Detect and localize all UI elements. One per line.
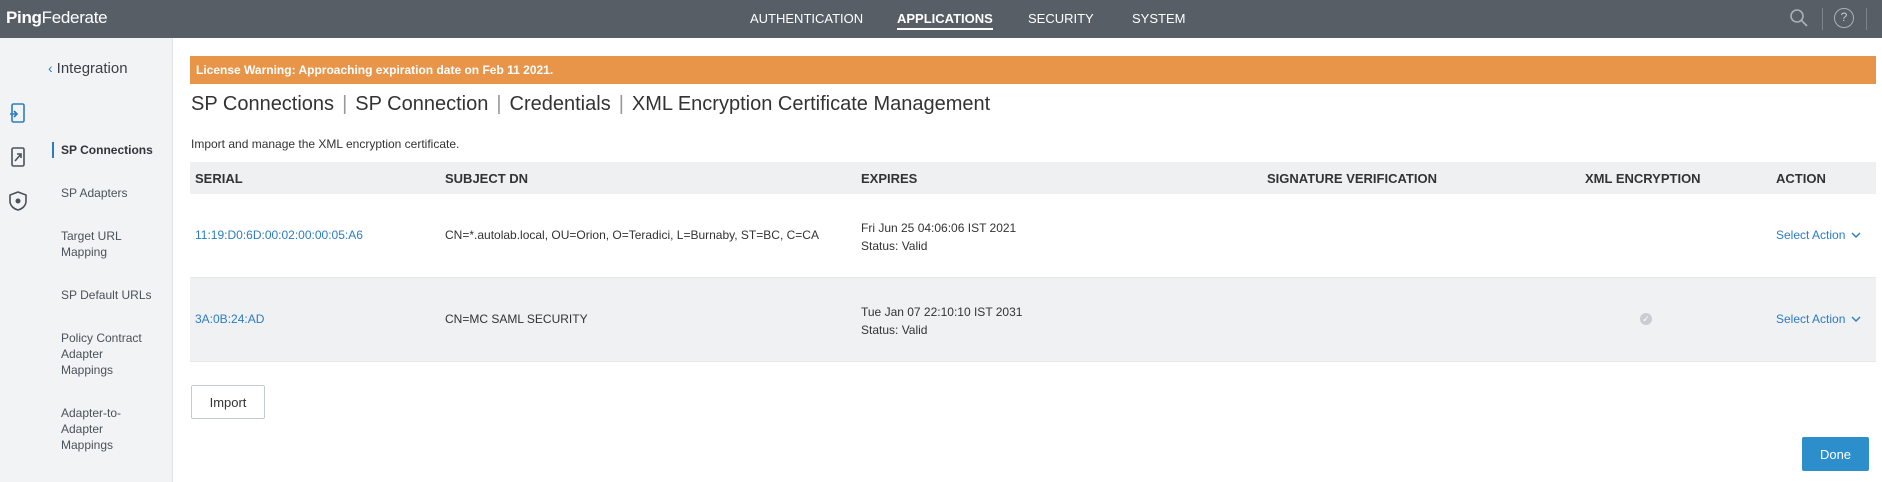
col-header-action: ACTION <box>1776 171 1826 186</box>
back-to-integration[interactable]: ‹ Integration <box>48 60 128 77</box>
select-action-label: Select Action <box>1776 228 1846 242</box>
page-description: Import and manage the XML encryption cer… <box>191 137 460 151</box>
main-nav: AUTHENTICATION APPLICATIONS SECURITY SYS… <box>0 0 1882 38</box>
breadcrumb-item[interactable]: Credentials <box>510 93 611 115</box>
subject-dn: CN=MC SAML SECURITY <box>445 312 588 326</box>
breadcrumb-item[interactable]: SP Connection <box>355 93 488 115</box>
import-button[interactable]: Import <box>191 385 265 419</box>
nav-divider <box>1822 8 1823 30</box>
expires-date: Fri Jun 25 04:06:06 IST 2021 <box>861 221 1017 235</box>
table-row: 3A:0B:24:AD CN=MC SAML SECURITY Tue Jan … <box>190 278 1876 362</box>
nav-applications[interactable]: APPLICATIONS <box>897 11 993 30</box>
cert-status: Status: Valid <box>861 323 928 337</box>
serial-link[interactable]: 3A:0B:24:AD <box>195 312 264 326</box>
active-indicator <box>52 142 54 158</box>
breadcrumb: SP Connections | SP Connection | Credentials… <box>191 93 990 116</box>
sidebar-item-sp-adapters[interactable]: SP Adapters <box>61 185 166 201</box>
col-header-signature-verification: SIGNATURE VERIFICATION <box>1267 171 1437 186</box>
policy-icon[interactable] <box>7 190 29 212</box>
select-action-dropdown[interactable]: Select Action <box>1776 312 1861 326</box>
table-header: SERIAL SUBJECT DN EXPIRES SIGNATURE VERI… <box>190 162 1876 194</box>
col-header-xml-encryption: XML ENCRYPTION <box>1585 171 1701 186</box>
col-header-expires: EXPIRES <box>861 171 918 186</box>
page-title: XML Encryption Certificate Management <box>631 93 991 115</box>
certificate-table: SERIAL SUBJECT DN EXPIRES SIGNATURE VERI… <box>190 162 1876 362</box>
done-button[interactable]: Done <box>1802 437 1869 471</box>
chevron-left-icon: ‹ <box>48 60 53 76</box>
sidebar-item-sp-connections[interactable]: SP Connections <box>61 142 166 158</box>
sidebar: ‹ Integration SP Connections SP Adapters … <box>38 38 173 482</box>
sidebar-item-adapter-to-adapter-mappings[interactable]: Adapter-to-Adapter Mappings <box>61 405 136 453</box>
nav-divider <box>1866 8 1867 30</box>
table-row: 11:19:D0:6D:00:02:00:00:05:A6 CN=*.autol… <box>190 194 1876 278</box>
breadcrumb-item[interactable]: SP Connections <box>191 93 334 115</box>
help-icon[interactable]: ? <box>1834 8 1854 28</box>
col-header-subject-dn: SUBJECT DN <box>445 171 529 186</box>
nav-system[interactable]: SYSTEM <box>1132 11 1185 26</box>
expires-cell: Fri Jun 25 04:06:06 IST 2021 Status: Val… <box>861 219 1016 255</box>
applications-icon[interactable] <box>7 102 29 124</box>
breadcrumb-separator: | <box>342 93 348 115</box>
expires-date: Tue Jan 07 22:10:10 IST 2031 <box>861 305 1023 319</box>
chevron-down-icon <box>1851 232 1861 238</box>
sidebar-item-target-url-mapping[interactable]: Target URL Mapping <box>61 228 141 260</box>
search-icon[interactable] <box>1789 8 1809 28</box>
checkmark-icon: ✓ <box>1640 313 1652 325</box>
license-warning-banner: License Warning: Approaching expiration … <box>190 56 1876 84</box>
sidebar-item-policy-contract-adapter-mappings[interactable]: Policy Contract Adapter Mappings <box>61 330 156 378</box>
top-bar: PingFederate AUTHENTICATION APPLICATIONS… <box>0 0 1882 38</box>
breadcrumb-separator: | <box>496 93 502 115</box>
expires-cell: Tue Jan 07 22:10:10 IST 2031 Status: Val… <box>861 303 1022 339</box>
chevron-down-icon <box>1851 316 1861 322</box>
col-header-serial: SERIAL <box>195 171 243 186</box>
sidebar-heading: Integration <box>56 60 128 77</box>
select-action-dropdown[interactable]: Select Action <box>1776 228 1861 242</box>
nav-authentication[interactable]: AUTHENTICATION <box>750 11 863 26</box>
serial-link[interactable]: 11:19:D0:6D:00:02:00:00:05:A6 <box>195 228 363 242</box>
sidebar-item-sp-default-urls[interactable]: SP Default URLs <box>61 287 166 303</box>
subject-dn: CN=*.autolab.local, OU=Orion, O=Teradici… <box>445 228 819 242</box>
icon-rail <box>0 38 38 482</box>
breadcrumb-separator: | <box>618 93 624 115</box>
cert-status: Status: Valid <box>861 239 928 253</box>
nav-security[interactable]: SECURITY <box>1028 11 1094 26</box>
select-action-label: Select Action <box>1776 312 1846 326</box>
sp-adapters-icon[interactable] <box>7 146 29 168</box>
